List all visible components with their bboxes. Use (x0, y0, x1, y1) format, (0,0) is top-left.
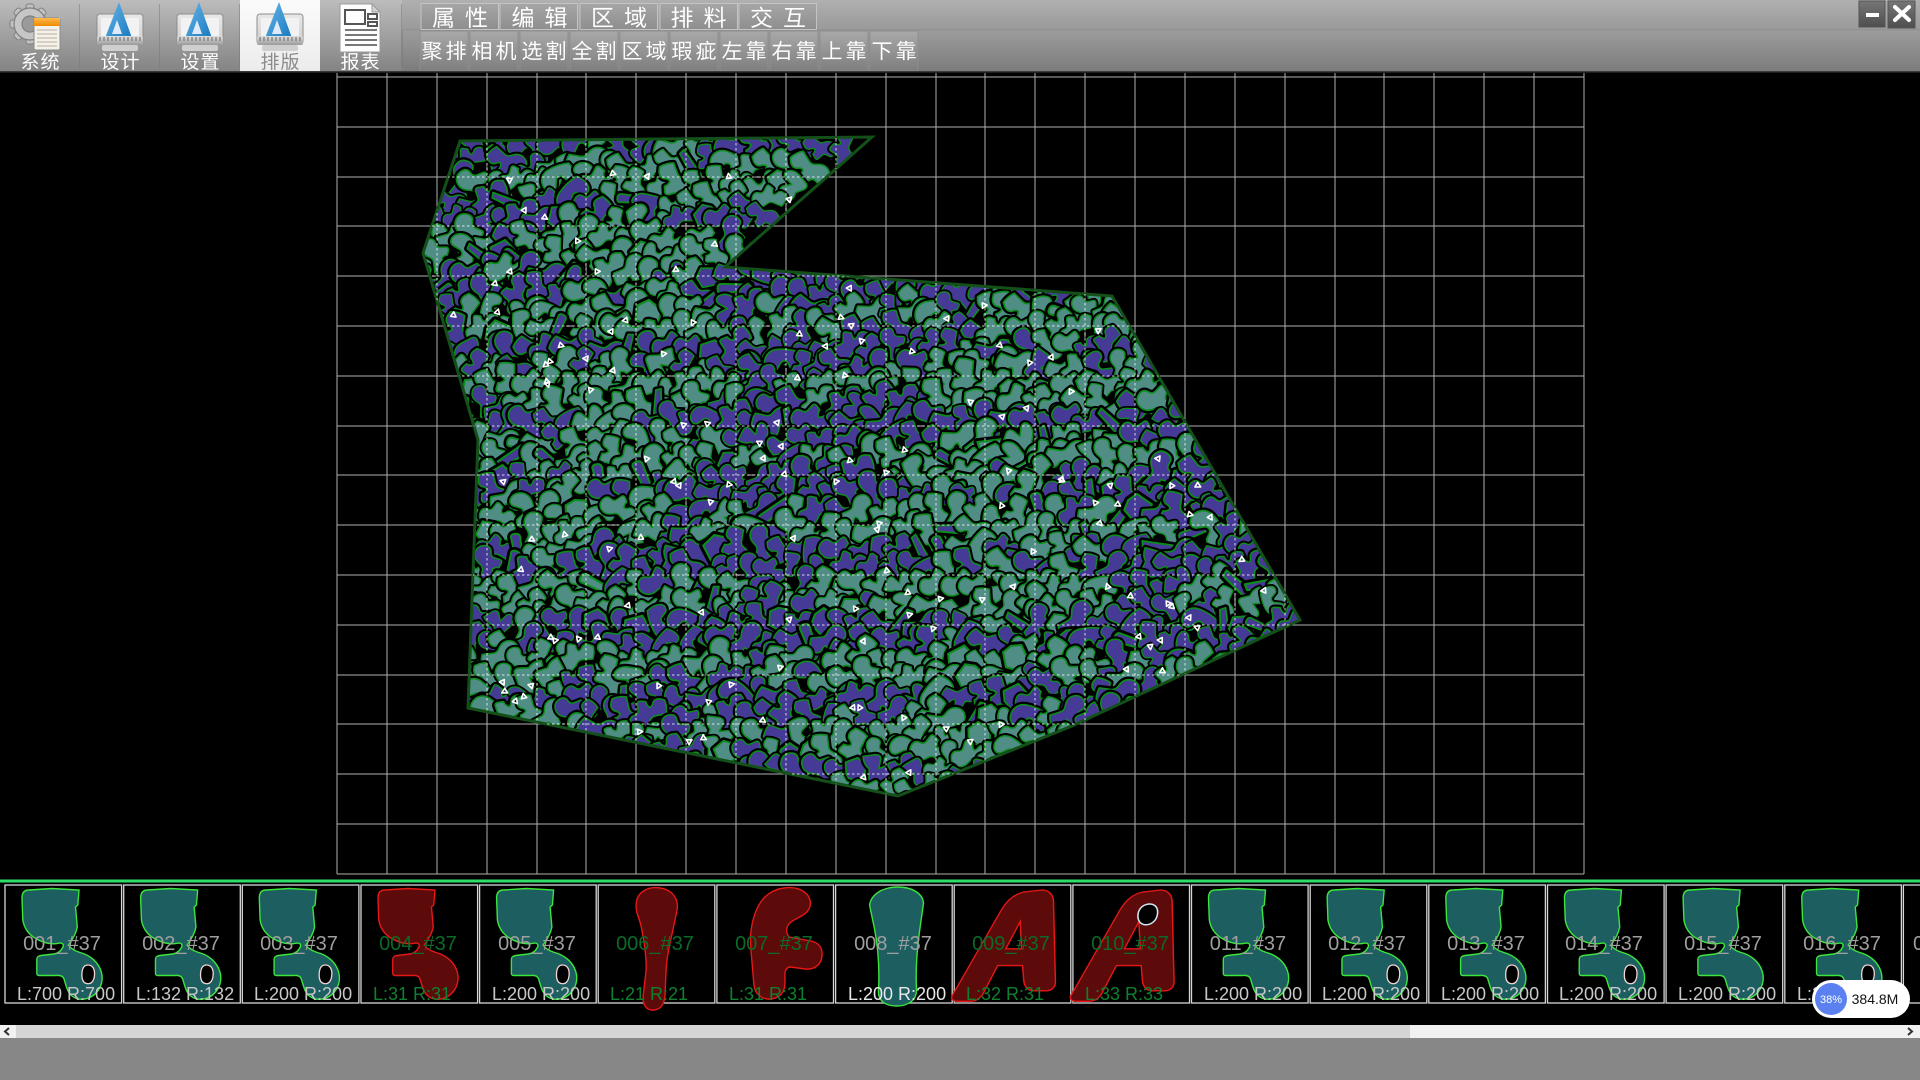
svg-text:L:200 R:200: L:200 R:200 (1559, 984, 1657, 1004)
svg-text:013_#37: 013_#37 (1447, 933, 1525, 955)
svg-text:L:200 R:200: L:200 R:200 (1322, 984, 1420, 1004)
svg-text:004_#37: 004_#37 (379, 933, 457, 955)
svg-text:L:200 R:200: L:200 R:200 (1204, 984, 1302, 1004)
svg-text:010_#37: 010_#37 (1091, 933, 1169, 955)
svg-text:L:200 R:200: L:200 R:200 (254, 984, 352, 1004)
svg-text:012_#37: 012_#37 (1328, 933, 1406, 955)
svg-text:L:31 R:31: L:31 R:31 (729, 984, 807, 1004)
svg-text:L:33 R:33: L:33 R:33 (1085, 984, 1163, 1004)
svg-text:L:200 R:200: L:200 R:200 (848, 984, 946, 1004)
svg-text:001_#37: 001_#37 (23, 933, 101, 955)
svg-text:L:200 R:200: L:200 R:200 (1441, 984, 1539, 1004)
svg-text:L:21 R:21: L:21 R:21 (610, 984, 688, 1004)
svg-text:015_#37: 015_#37 (1684, 933, 1762, 955)
svg-text:009_#37: 009_#37 (972, 933, 1050, 955)
svg-text:L:700 R:700: L:700 R:700 (17, 984, 115, 1004)
svg-text:38%: 38% (1820, 994, 1842, 1006)
svg-text:L:31 R:31: L:31 R:31 (373, 984, 451, 1004)
svg-text:006_#37: 006_#37 (616, 933, 694, 955)
svg-text:014_#37: 014_#37 (1565, 933, 1643, 955)
svg-text:002_#37: 002_#37 (142, 933, 220, 955)
svg-text:011_#37: 011_#37 (1210, 933, 1286, 955)
svg-text:008_#37: 008_#37 (854, 933, 932, 955)
svg-text:L:200 R:200: L:200 R:200 (492, 984, 590, 1004)
svg-text:0: 0 (1913, 933, 1920, 955)
svg-text:007_#37: 007_#37 (735, 933, 813, 955)
svg-text:L:32 R:31: L:32 R:31 (966, 984, 1044, 1004)
svg-text:005_#37: 005_#37 (498, 933, 576, 955)
svg-text:L:200 R:200: L:200 R:200 (1678, 984, 1776, 1004)
svg-text:016_#37: 016_#37 (1803, 933, 1881, 955)
svg-text:003_#37: 003_#37 (260, 933, 338, 955)
svg-text:384.8M: 384.8M (1852, 991, 1899, 1007)
svg-text:L:132 R:132: L:132 R:132 (136, 984, 234, 1004)
